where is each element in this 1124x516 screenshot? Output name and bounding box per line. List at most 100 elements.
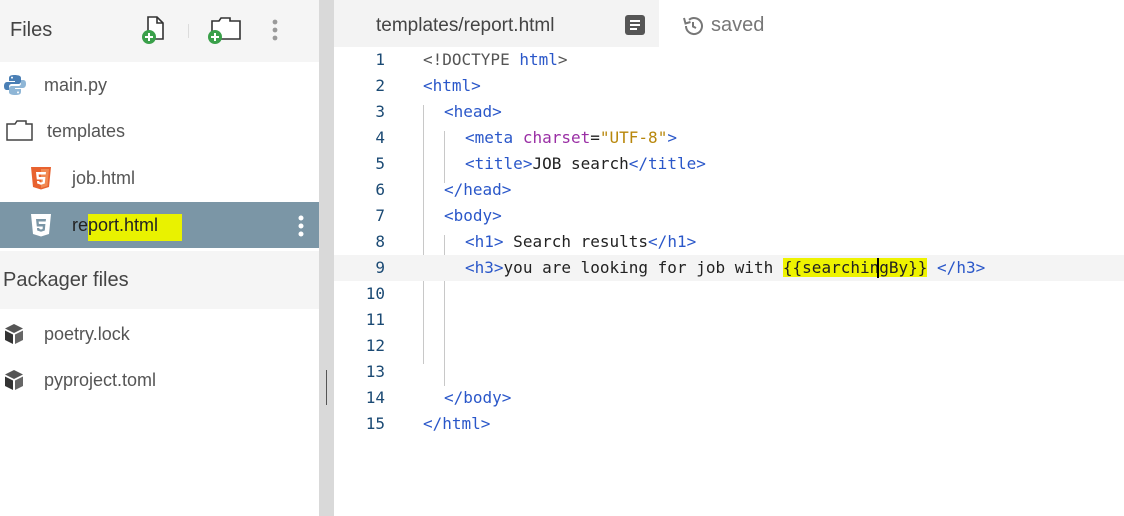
file-item-report-html[interactable]: report.html (0, 202, 319, 248)
add-folder-icon[interactable] (206, 15, 241, 45)
line-text: <html> (423, 76, 481, 95)
code-line[interactable]: 15 </html> (334, 411, 1124, 437)
file-item-main-py[interactable]: main.py (0, 62, 319, 108)
code-token: h3 (474, 258, 494, 277)
code-line[interactable]: 14 </body> (334, 385, 1124, 411)
label-plain-part: re (72, 215, 89, 235)
code-editor: templates/report.html saved 1 <!DOCTYPE … (334, 0, 1124, 516)
file-menu-icon[interactable] (624, 14, 646, 36)
line-number: 7 (375, 206, 385, 225)
more-vert-icon[interactable] (263, 15, 293, 45)
pane-splitter[interactable] (319, 0, 334, 516)
code-token: > (557, 50, 568, 69)
code-token: head (463, 180, 502, 199)
code-token: html (519, 50, 558, 69)
folder-item-templates[interactable]: templates (0, 108, 319, 154)
file-item-poetry-lock[interactable]: poetry.lock (0, 311, 319, 357)
code-line[interactable]: 3 <head> (334, 99, 1124, 125)
file-item-label: report.html (72, 214, 183, 241)
file-item-label: main.py (44, 75, 108, 95)
line-number: 3 (375, 102, 385, 121)
code-token: </ (444, 180, 464, 199)
line-text: </head> (444, 180, 511, 199)
code-token: html (442, 414, 481, 433)
tab-report-html[interactable]: templates/report.html (334, 0, 659, 47)
header-divider (188, 24, 189, 38)
code-token: title (648, 154, 697, 173)
line-text: <head> (444, 102, 502, 121)
code-token: > (975, 258, 986, 277)
code-line[interactable]: 12 (334, 333, 1124, 359)
code-line[interactable]: 10 (334, 281, 1124, 307)
line-number: 13 (365, 362, 385, 381)
splitter-grip[interactable] (326, 370, 327, 405)
line-number: 15 (365, 414, 385, 433)
more-vert-icon[interactable] (292, 214, 310, 238)
file-sidebar: Files main.py templates job.html report.… (0, 0, 319, 516)
code-token: > (492, 206, 502, 225)
code-token: > (471, 76, 481, 95)
code-token: < (423, 76, 433, 95)
add-file-icon[interactable] (140, 15, 170, 45)
code-token: </ (628, 154, 649, 173)
code-token: > (493, 232, 504, 251)
code-token: h1 (667, 232, 687, 251)
file-item-label: pyproject.toml (44, 370, 157, 390)
code-line[interactable]: 1 <!DOCTYPE html> (334, 47, 1124, 73)
code-token: head (453, 102, 493, 121)
code-token: < (465, 232, 475, 251)
code-line[interactable]: 11 (334, 307, 1124, 333)
files-title: Files (10, 19, 53, 41)
code-token: <!DOCTYPE (423, 50, 520, 69)
line-number: 1 (375, 50, 385, 69)
code-token: </ (423, 414, 443, 433)
line-text: <h1> Search results</h1> (465, 232, 696, 251)
code-token: > (522, 154, 533, 173)
code-token: </ (444, 388, 464, 407)
line-number: 10 (365, 284, 385, 303)
line-number: 12 (365, 336, 385, 355)
code-area[interactable]: 1 <!DOCTYPE html> 2 <html> 3 <head> 4 <m… (334, 47, 1124, 516)
package-icon (2, 368, 26, 392)
packager-title: Packager files (3, 269, 129, 291)
code-token: JOB search (532, 154, 629, 173)
line-text: <meta charset="UTF-8"> (465, 128, 677, 147)
code-token: < (465, 258, 475, 277)
code-token: > (501, 180, 512, 199)
code-token: > (686, 232, 697, 251)
code-line[interactable]: 13 (334, 359, 1124, 385)
code-line[interactable]: 8 <h1> Search results</h1> (334, 229, 1124, 255)
code-token: < (465, 128, 475, 147)
text-cursor (877, 258, 879, 278)
code-token: you are looking for job with (503, 258, 783, 277)
line-text: <h3 > you are looking for job with {{searc… (465, 258, 985, 277)
code-token: < (465, 154, 475, 173)
code-token: meta (474, 128, 514, 147)
line-number: 2 (375, 76, 385, 95)
file-item-pyproject-toml[interactable]: pyproject.toml (0, 357, 319, 403)
line-text: </body> (444, 388, 511, 407)
code-token: = (590, 128, 600, 147)
code-line[interactable]: 5 <title>JOB search</title> (334, 151, 1124, 177)
save-status: saved (711, 14, 765, 36)
code-line[interactable]: 6 </head> (334, 177, 1124, 203)
code-token: > (480, 414, 491, 433)
code-token: > (667, 128, 677, 147)
code-token: > (501, 388, 512, 407)
html5-icon (30, 166, 54, 190)
code-token: < (444, 206, 454, 225)
code-line[interactable]: 2 <html> (334, 73, 1124, 99)
file-item-label: poetry.lock (44, 324, 130, 344)
packager-header: Packager files (0, 251, 319, 309)
line-number: 11 (365, 310, 385, 329)
code-token: title (474, 154, 523, 173)
code-token: Search results (503, 232, 649, 251)
code-line[interactable]: 4 <meta charset="UTF-8"> (334, 125, 1124, 151)
line-text: <body> (444, 206, 502, 225)
code-line-active[interactable]: 9 <h3>you are looking for job with {{sea… (334, 255, 1124, 281)
highlighted-template-variable: {{searchingBy}} (782, 258, 928, 277)
line-text: </html> (423, 414, 490, 433)
file-item-job-html[interactable]: job.html (0, 155, 319, 201)
code-line[interactable]: 7 <body> (334, 203, 1124, 229)
